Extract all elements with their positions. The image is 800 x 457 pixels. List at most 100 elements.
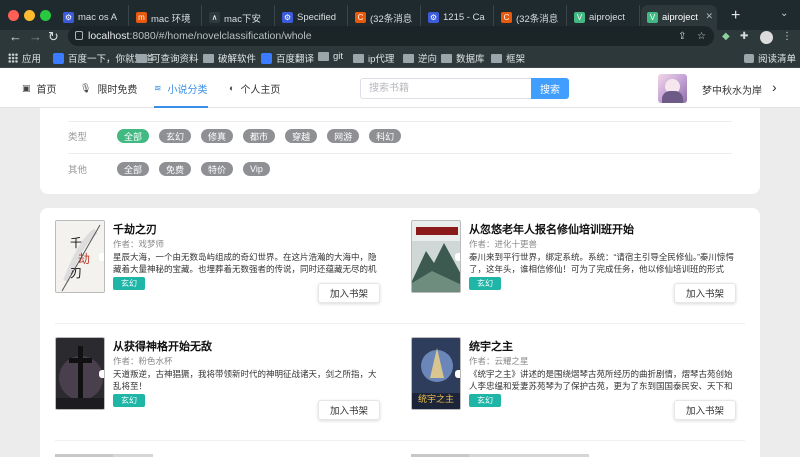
bookmark-item[interactable]: 框架: [491, 51, 525, 65]
share-icon[interactable]: ⇪: [678, 31, 686, 42]
folder-icon: [136, 53, 147, 63]
tab-label: 1215 - Ca: [443, 12, 485, 23]
book-title[interactable]: 千劫之刃: [113, 221, 157, 237]
tab-label: mac下安: [224, 13, 261, 25]
filter-chip[interactable]: 全部: [117, 129, 150, 143]
bookmark-item[interactable]: git: [318, 51, 343, 62]
close-window-button[interactable]: [8, 10, 19, 21]
filter-chip[interactable]: 网游: [327, 129, 360, 143]
nav-free[interactable]: 🎙 限时免费: [80, 68, 137, 108]
leaf-icon: ◐: [229, 83, 235, 93]
folder-icon: [403, 53, 414, 63]
bookmark-item[interactable]: 数据库: [441, 51, 485, 65]
book-cover[interactable]: 千劫刃: [55, 220, 105, 293]
add-to-shelf-button[interactable]: 加入书架: [318, 400, 380, 420]
bookmark-item[interactable]: 可查询资料: [136, 51, 199, 65]
tab-search-chevron-icon[interactable]: ⌄: [780, 8, 788, 19]
folder-icon: [318, 52, 329, 61]
filter-chip[interactable]: 玄幻: [159, 129, 192, 143]
row-divider: [55, 440, 745, 441]
user-avatar[interactable]: [658, 74, 687, 103]
svg-text:劫: 劫: [78, 252, 90, 266]
tab-favicon-icon: C: [501, 12, 512, 23]
genre-tag[interactable]: 玄幻: [113, 277, 145, 290]
genre-tag[interactable]: 玄幻: [469, 394, 501, 407]
tab-favicon-icon: V: [574, 12, 585, 23]
menu-dots-icon[interactable]: ⋮: [782, 31, 792, 42]
filter-chip[interactable]: Vip: [243, 162, 270, 176]
book-title[interactable]: 统宇之主: [469, 338, 513, 354]
chevron-right-icon[interactable]: ›: [772, 79, 777, 95]
bookmark-item[interactable]: 百度翻译: [261, 51, 314, 65]
username[interactable]: 梦中秋水为岸: [702, 82, 762, 97]
nav-profile[interactable]: ◐ 个人主页: [229, 68, 280, 108]
cover-tab: [455, 369, 460, 378]
author-name: 进化十更兽: [494, 239, 538, 249]
genre-tag[interactable]: 玄幻: [113, 394, 145, 407]
url-field[interactable]: localhost:8080/#/home/novelclassificatio…: [68, 26, 714, 46]
book-search-input[interactable]: [360, 78, 532, 99]
close-tab-icon[interactable]: ✕: [705, 11, 713, 22]
profile-avatar[interactable]: [760, 31, 773, 44]
cover-tab: [99, 369, 104, 378]
book-item: 千劫刃千劫之刃 作者：戏梦师 星辰大海，一个由无数岛屿组成的奇幻世界。在这片浩瀚的大…: [40, 208, 382, 318]
nav-home[interactable]: ▣ 首页: [22, 68, 57, 108]
bookmark-label: 框架: [506, 54, 526, 65]
puzzle-icon[interactable]: ✚: [740, 31, 748, 42]
filter-chip[interactable]: 穿越: [285, 129, 318, 143]
bookmark-item[interactable]: 逆向: [403, 51, 437, 65]
tab-favicon-icon: C: [355, 12, 366, 23]
bookmark-item[interactable]: ip代理: [353, 51, 394, 65]
bookmark-label: 逆向: [418, 54, 438, 65]
filter-chip[interactable]: 特价: [201, 162, 234, 176]
tab-label: (32条消息: [370, 13, 413, 25]
zoom-window-button[interactable]: [40, 10, 51, 21]
bookmark-item[interactable]: 破解软件: [203, 51, 256, 65]
back-arrow-icon[interactable]: ←: [9, 29, 22, 44]
cover-tab: [99, 252, 104, 261]
add-to-shelf-button[interactable]: 加入书架: [318, 283, 380, 303]
nav-label: 限时免费: [97, 84, 138, 96]
author-prefix: 作者：: [113, 239, 139, 249]
apps-grid-icon: [8, 53, 18, 63]
author-name: 粉色水杯: [138, 356, 173, 366]
add-to-shelf-button[interactable]: 加入书架: [674, 283, 736, 303]
new-tab-button[interactable]: +: [731, 7, 740, 25]
bookmark-item[interactable]: 应用: [8, 51, 41, 65]
site-navigation: ▣ 首页 🎙 限时免费 ≋ 小说分类 ◐ 个人主页 搜索 梦中秋水为岸 ›: [0, 68, 800, 108]
folder-icon: [203, 53, 214, 63]
extension-icon[interactable]: ◆: [722, 31, 730, 42]
book-cover[interactable]: [55, 337, 105, 410]
minimize-window-button[interactable]: [24, 10, 35, 21]
address-bar-row: ← → ↻ localhost:8080/#/home/novelclassif…: [0, 26, 800, 46]
filter-chip[interactable]: 免费: [159, 162, 192, 176]
reload-icon[interactable]: ↻: [48, 29, 59, 45]
filter-chip[interactable]: 全部: [117, 162, 150, 176]
author-prefix: 作者：: [113, 356, 139, 366]
book-cover[interactable]: [411, 220, 461, 293]
add-to-shelf-button[interactable]: 加入书架: [674, 400, 736, 420]
nav-category[interactable]: ≋ 小说分类: [154, 68, 208, 108]
book-title[interactable]: 从获得神格开始无敌: [113, 338, 212, 354]
filter-row-type: 类型 全部 玄幻 修真 都市 穿越 网游 科幻: [68, 126, 411, 146]
filter-chip[interactable]: 修真: [201, 129, 234, 143]
folder-icon: [441, 53, 452, 63]
filter-chip[interactable]: 科幻: [369, 129, 402, 143]
bookmark-label: git: [333, 51, 344, 62]
book-author: 作者：戏梦师: [113, 238, 164, 250]
search-button[interactable]: 搜索: [531, 78, 569, 99]
cover-tab: [455, 252, 460, 261]
book-cover[interactable]: 统宇之主: [411, 337, 461, 410]
forward-arrow-icon[interactable]: →: [29, 29, 42, 44]
page-content: ▣首页 🎙限时免费 ≋小说分类 ◐个人主页 搜索 梦中秋水为岸 › 类型全部玄幻修真都…: [0, 68, 800, 457]
genre-tag[interactable]: 玄幻: [469, 277, 501, 290]
home-icon: ▣: [22, 82, 31, 93]
bookmark-label: 数据库: [456, 54, 485, 65]
bookmark-star-icon[interactable]: ☆: [697, 31, 706, 42]
info-icon[interactable]: [75, 31, 83, 40]
book-title[interactable]: 从忽悠老年人报名修仙培训班开始: [469, 221, 634, 237]
filter-chip[interactable]: 都市: [243, 129, 276, 143]
nav-label: 小说分类: [167, 84, 208, 96]
book-item: 从获得神格开始无敌 作者：粉色水杯 天道叛逆，古神猖獗，我将带领新时代的神明征战诸天…: [40, 325, 382, 435]
reading-list-button[interactable]: 阅读清单: [744, 51, 796, 65]
